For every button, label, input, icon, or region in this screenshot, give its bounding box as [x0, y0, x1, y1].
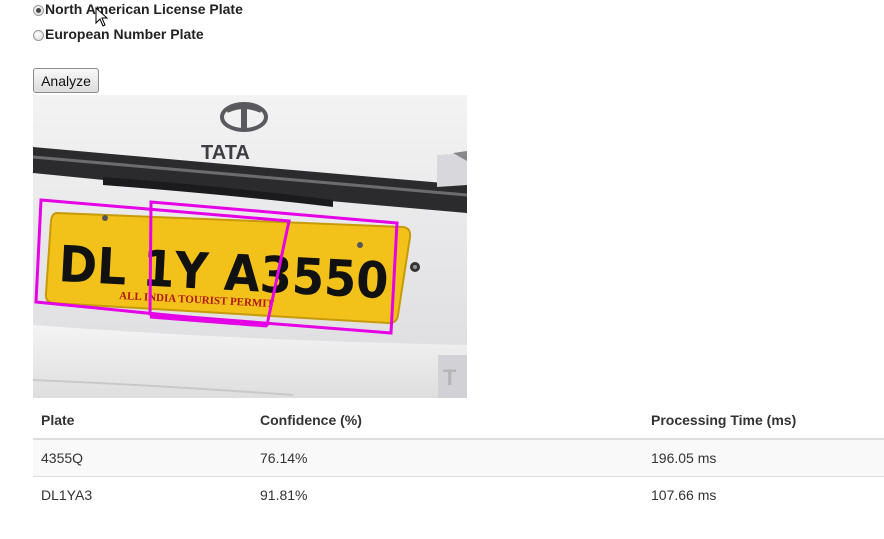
radio-north-american-row[interactable]: North American License Plate [33, 0, 243, 21]
cell-processing-time: 196.05 ms [643, 438, 884, 477]
car-rear-photo: T TATA DL 1Y A3550 ALL INDIA TOURIST PER… [33, 95, 467, 398]
header-processing-time: Processing Time (ms) [643, 402, 884, 440]
analyzed-car-image: T TATA DL 1Y A3550 ALL INDIA TOURIST PER… [33, 95, 467, 398]
radio-european-label[interactable]: European Number Plate [45, 26, 204, 42]
svg-text:T: T [443, 365, 457, 390]
tata-brand-text: TATA [201, 142, 250, 164]
table-row: DL1YA3 91.81% 107.66 ms [33, 476, 884, 513]
radio-european-row[interactable]: European Number Plate [33, 21, 243, 46]
results-header-row: Plate Confidence (%) Processing Time (ms… [33, 402, 884, 440]
mouse-pointer-icon [95, 7, 109, 27]
table-row: 4355Q 76.14% 196.05 ms [33, 438, 884, 477]
cell-processing-time: 107.66 ms [643, 476, 884, 513]
radio-north-american-label[interactable]: North American License Plate [45, 1, 243, 17]
cell-confidence: 76.14% [252, 438, 643, 477]
plate-region-options: North American License Plate European Nu… [33, 0, 243, 46]
analyze-button[interactable]: Analyze [33, 68, 99, 93]
header-confidence: Confidence (%) [252, 402, 643, 440]
header-plate: Plate [33, 402, 252, 440]
radio-north-american[interactable] [33, 4, 44, 16]
results-table: Plate Confidence (%) Processing Time (ms… [33, 402, 884, 513]
radio-european[interactable] [33, 29, 44, 41]
cell-plate: DL1YA3 [33, 476, 252, 513]
cell-confidence: 91.81% [252, 476, 643, 513]
cell-plate: 4355Q [33, 438, 252, 477]
